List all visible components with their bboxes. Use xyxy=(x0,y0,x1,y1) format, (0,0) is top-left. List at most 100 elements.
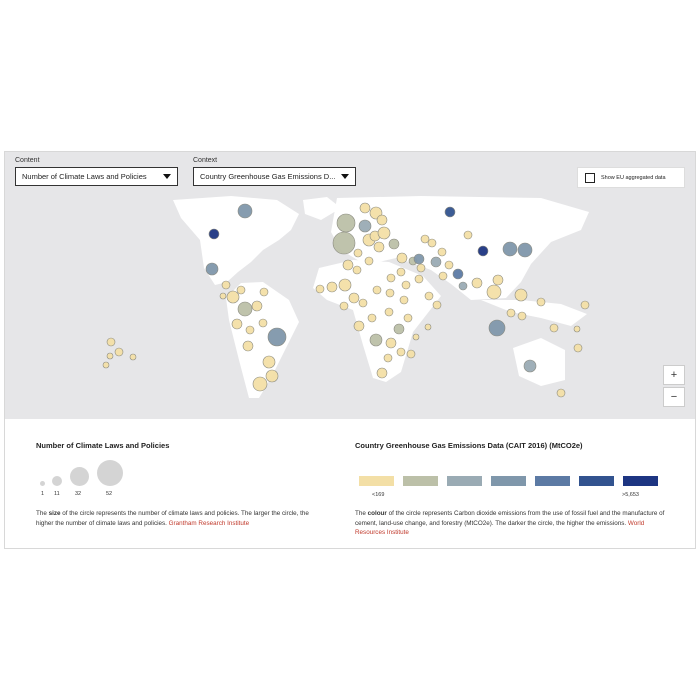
country-bubble[interactable] xyxy=(359,202,371,214)
country-bubble[interactable] xyxy=(106,337,116,347)
country-bubble[interactable] xyxy=(444,260,454,270)
country-bubble[interactable] xyxy=(430,256,442,268)
country-bubble[interactable] xyxy=(114,347,124,357)
country-bubble[interactable] xyxy=(383,353,393,363)
country-bubble[interactable] xyxy=(373,241,385,253)
country-bubble[interactable] xyxy=(237,203,253,219)
country-bubble[interactable] xyxy=(416,263,426,273)
country-bubble[interactable] xyxy=(403,313,413,323)
country-bubble[interactable] xyxy=(265,369,279,383)
country-bubble[interactable] xyxy=(364,256,374,266)
country-bubble[interactable] xyxy=(401,280,411,290)
country-bubble[interactable] xyxy=(348,292,360,304)
country-bubble[interactable] xyxy=(262,355,276,369)
country-bubble[interactable] xyxy=(385,288,395,298)
country-bubble[interactable] xyxy=(339,301,349,311)
country-bubble[interactable] xyxy=(332,231,356,255)
country-bubble[interactable] xyxy=(385,337,397,349)
country-bubble[interactable] xyxy=(342,259,354,271)
country-bubble[interactable] xyxy=(556,388,566,398)
country-bubble[interactable] xyxy=(251,300,263,312)
country-bubble[interactable] xyxy=(514,288,528,302)
country-bubble[interactable] xyxy=(486,284,502,300)
country-bubble[interactable] xyxy=(219,292,227,300)
country-bubble[interactable] xyxy=(396,347,406,357)
country-bubble[interactable] xyxy=(463,230,473,240)
country-bubble[interactable] xyxy=(502,241,518,257)
context-select[interactable]: Country Greenhouse Gas Emissions D... xyxy=(193,167,356,186)
country-bubble[interactable] xyxy=(358,298,368,308)
country-bubble[interactable] xyxy=(437,247,447,257)
country-bubble[interactable] xyxy=(420,234,430,244)
country-bubble[interactable] xyxy=(424,323,432,331)
country-bubble[interactable] xyxy=(205,262,219,276)
country-bubble[interactable] xyxy=(452,268,464,280)
country-bubble[interactable] xyxy=(353,320,365,332)
country-bubble[interactable] xyxy=(106,352,114,360)
country-bubble[interactable] xyxy=(414,274,424,284)
content-select[interactable]: Number of Climate Laws and Policies xyxy=(15,167,178,186)
country-bubble[interactable] xyxy=(393,323,405,335)
country-bubble[interactable] xyxy=(386,273,396,283)
country-bubble[interactable] xyxy=(369,333,383,347)
country-bubble[interactable] xyxy=(231,318,243,330)
country-bubble[interactable] xyxy=(477,245,489,257)
country-bubble[interactable] xyxy=(396,267,406,277)
country-bubble[interactable] xyxy=(336,213,356,233)
world-map[interactable] xyxy=(5,152,695,419)
country-bubble[interactable] xyxy=(252,376,268,392)
country-bubble[interactable] xyxy=(326,281,338,293)
country-bubble[interactable] xyxy=(471,277,483,289)
country-bubble[interactable] xyxy=(424,291,434,301)
country-bubble[interactable] xyxy=(259,287,269,297)
country-bubble[interactable] xyxy=(237,301,253,317)
country-bubble[interactable] xyxy=(372,285,382,295)
country-bubble[interactable] xyxy=(458,281,468,291)
country-bubble[interactable] xyxy=(549,323,559,333)
country-bubble[interactable] xyxy=(444,206,456,218)
country-bubble[interactable] xyxy=(338,278,352,292)
country-bubble[interactable] xyxy=(267,327,287,347)
country-bubble[interactable] xyxy=(377,226,391,240)
country-bubble[interactable] xyxy=(432,300,442,310)
country-bubble[interactable] xyxy=(438,271,448,281)
country-bubble[interactable] xyxy=(384,307,394,317)
country-bubble[interactable] xyxy=(315,284,325,294)
country-bubble[interactable] xyxy=(406,349,416,359)
country-bubble[interactable] xyxy=(367,313,377,323)
country-bubble[interactable] xyxy=(236,285,246,295)
country-bubble[interactable] xyxy=(506,308,516,318)
country-bubble[interactable] xyxy=(488,319,506,337)
grantham-source-link[interactable]: Grantham Research Institute xyxy=(169,520,250,527)
country-bubble[interactable] xyxy=(129,353,137,361)
country-bubble[interactable] xyxy=(358,219,372,233)
country-bubble[interactable] xyxy=(376,214,388,226)
country-bubble[interactable] xyxy=(226,290,240,304)
country-bubble[interactable] xyxy=(258,318,268,328)
country-bubble[interactable] xyxy=(242,340,254,352)
country-bubble[interactable] xyxy=(573,343,583,353)
country-bubble[interactable] xyxy=(492,274,504,286)
country-bubble[interactable] xyxy=(399,295,409,305)
country-bubble[interactable] xyxy=(352,265,362,275)
country-bubble[interactable] xyxy=(517,311,527,321)
country-bubble[interactable] xyxy=(427,238,437,248)
country-bubble[interactable] xyxy=(413,253,425,265)
country-bubble[interactable] xyxy=(245,325,255,335)
country-bubble[interactable] xyxy=(221,280,231,290)
country-bubble[interactable] xyxy=(580,300,590,310)
zoom-in-button[interactable]: + xyxy=(663,365,685,385)
country-bubble[interactable] xyxy=(517,242,533,258)
country-bubble[interactable] xyxy=(573,325,581,333)
country-bubble[interactable] xyxy=(388,238,400,250)
map-canvas[interactable]: Content Number of Climate Laws and Polic… xyxy=(5,152,695,419)
country-bubble[interactable] xyxy=(376,367,388,379)
country-bubble[interactable] xyxy=(208,228,220,240)
zoom-out-button[interactable]: − xyxy=(663,387,685,407)
country-bubble[interactable] xyxy=(353,248,363,258)
country-bubble[interactable] xyxy=(102,361,110,369)
country-bubble[interactable] xyxy=(523,359,537,373)
country-bubble[interactable] xyxy=(412,333,420,341)
checkbox-icon[interactable] xyxy=(585,172,595,183)
eu-aggregate-toggle[interactable]: Show EU aggregated data xyxy=(577,167,685,188)
